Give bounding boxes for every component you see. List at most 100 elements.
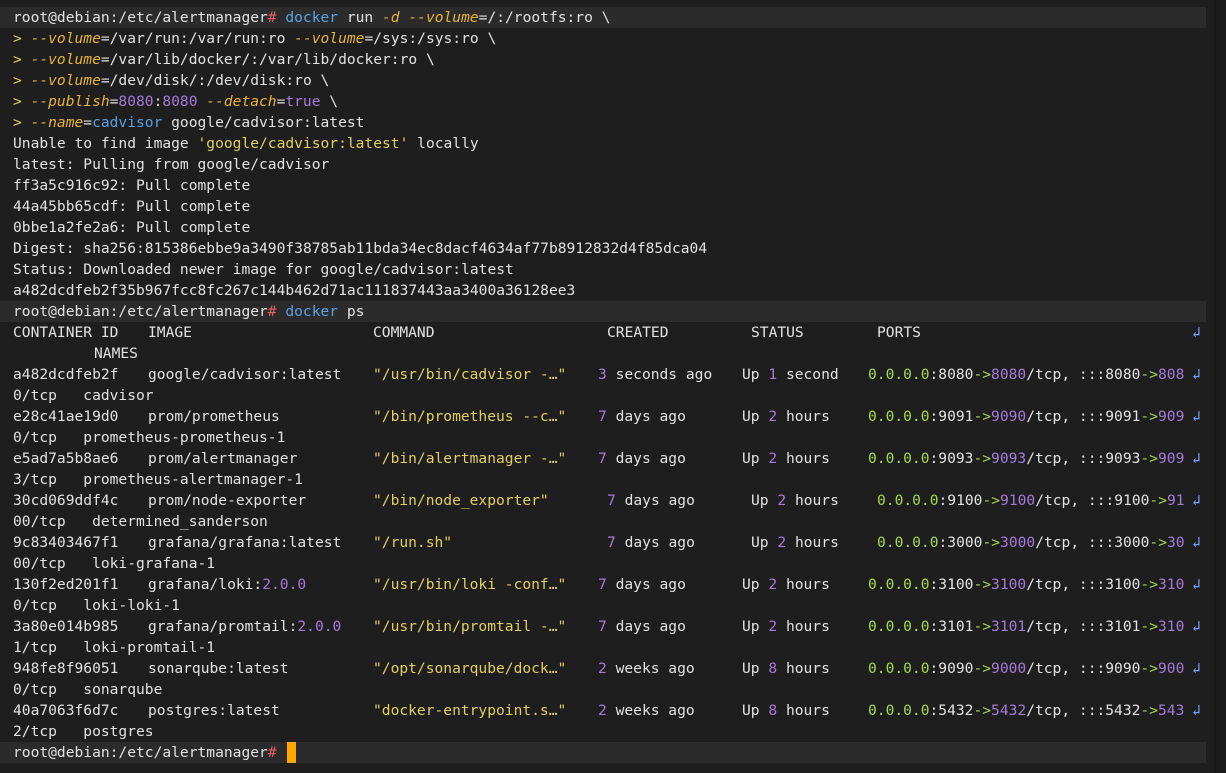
table-cell: grafana/loki:2.0.0: [148, 576, 307, 593]
text-segment: locally: [408, 135, 479, 152]
table-cell: e28c41ae19d0: [13, 408, 119, 425]
table-cell: Up 1 second: [742, 366, 839, 383]
table-cell: 2 weeks ago: [598, 660, 695, 677]
output-line: Status: Downloaded newer image for googl…: [0, 259, 1206, 280]
output-line: ff3a5c916c92: Pull complete: [0, 175, 1206, 196]
text-segment: =/var/lib/docker/:/var/lib/docker:ro \: [100, 51, 435, 68]
line-wrap-icon: ↲: [1192, 366, 1201, 383]
text-segment: a482dcdfeb2f35b967fcc8fc267c144b462d71ac…: [13, 282, 576, 299]
table-cell: postgres:latest: [148, 702, 280, 719]
output-line: 0/tcp cadvisor: [0, 385, 1206, 406]
text-segment: =/sys:/sys:ro \: [364, 30, 497, 47]
text-segment: =/:/rootfs:ro \: [478, 9, 611, 26]
table-cell: 0.0.0.0:3100->3100/tcp, :::3100->310: [868, 576, 1185, 593]
table-cell: 948fe8f96051: [13, 660, 119, 677]
table-cell: sonarqube:latest: [148, 660, 289, 677]
line-wrap-icon: ↲: [1192, 324, 1201, 341]
table-cell: 0/tcp loki-loki-1: [13, 597, 180, 614]
text-segment: 'google/cadvisor:latest': [197, 135, 409, 152]
text-segment: [400, 7, 409, 28]
table-cell: "/opt/sonarqube/dock…": [373, 660, 567, 677]
text-segment: --volume: [30, 30, 101, 47]
text-segment: :: [153, 93, 163, 110]
text-segment: --volume: [30, 72, 101, 89]
output-line: 948fe8f96051 sonarqube:latest "/opt/sonarq…: [0, 658, 1206, 679]
line-wrap-icon: ↲: [1192, 450, 1201, 467]
output-line: 0/tcp sonarqube: [0, 679, 1206, 700]
text-segment: >: [13, 93, 31, 110]
table-cell: 7 days ago: [598, 618, 686, 635]
table-cell: prom/alertmanager: [148, 450, 298, 467]
table-cell: 7 days ago: [607, 492, 695, 509]
text-segment: 8080: [162, 93, 198, 110]
terminal-window[interactable]: root@debian:/etc/alertmanager # docker ru…: [0, 0, 1226, 773]
text-segment: =/dev/disk/:/dev/disk:ro \: [100, 72, 330, 89]
table-cell: "/bin/node_exporter": [373, 492, 549, 509]
text-segment: root@debian:/etc/alertmanager: [13, 9, 268, 26]
output-line: 3a80e014b985 grafana/promtail:2.0.0 "/usr/…: [0, 616, 1206, 637]
line-wrap-icon: ↲: [1192, 660, 1201, 677]
text-segment: docker: [285, 9, 339, 26]
output-line: 0/tcp loki-loki-1: [0, 595, 1206, 616]
text-segment: 0bbe1a2fe2a6: Pull complete: [13, 219, 251, 236]
table-cell: 0.0.0.0:8080->8080/tcp, :::8080->808: [868, 366, 1185, 383]
text-cursor: [287, 742, 297, 763]
table-cell: 1/tcp loki-promtail-1: [13, 639, 216, 656]
output-line: 40a7063f6d7c postgres:latest "docker-entry…: [0, 700, 1206, 721]
text-segment: --publish: [30, 93, 110, 110]
table-cell: "/usr/bin/promtail -…": [373, 618, 567, 635]
table-cell: 0.0.0.0:9090->9000/tcp, :::9090->900: [868, 660, 1185, 677]
text-segment: --volume: [408, 9, 479, 26]
prompt-line: root@debian:/etc/alertmanager # docker ru…: [0, 7, 1206, 28]
text-segment: #: [267, 9, 286, 26]
scrollbar[interactable]: [1214, 0, 1226, 773]
line-wrap-icon: ↲: [1192, 492, 1201, 509]
text-segment: Digest: sha256:815386ebbe9a3490f38785ab1…: [13, 240, 708, 257]
table-cell: 0/tcp prometheus-prometheus-1: [13, 429, 286, 446]
table-cell: 30cd069ddf4c: [13, 492, 119, 509]
line-wrap-icon: ↲: [1192, 576, 1201, 593]
text-segment: 44a45bb65cdf: Pull complete: [13, 198, 251, 215]
output-line: > --volume =/var/lib/docker/:/var/lib/doc…: [0, 49, 1206, 70]
line-wrap-icon: ↲: [1192, 702, 1201, 719]
output-line: CONTAINER ID IMAGE COMMAND CREATED STATUS POR…: [0, 322, 1206, 343]
output-line: 00/tcp determined_sanderson: [0, 511, 1206, 532]
output-line: 2/tcp postgres: [0, 721, 1206, 742]
text-segment: >: [13, 72, 31, 89]
table-cell: Up 2 hours: [751, 534, 839, 551]
table-cell: IMAGE: [148, 324, 192, 341]
table-cell: PORTS: [877, 324, 921, 341]
prompt-line: root@debian:/etc/alertmanager #: [0, 742, 1206, 763]
text-segment: \: [320, 93, 339, 110]
text-segment: -d: [382, 9, 400, 26]
output-line: > --name = cadvisor google/cadvisor:latest: [0, 112, 1206, 133]
table-cell: CREATED: [607, 324, 669, 341]
output-line: > --volume =/var/run:/var/run:ro --volume…: [0, 28, 1206, 49]
output-line: Unable to find image 'google/cadvisor:la…: [0, 133, 1206, 154]
table-cell: Up 2 hours: [742, 450, 830, 467]
text-segment: =/var/run:/var/run:ro: [100, 30, 295, 47]
output-line: Digest: sha256:815386ebbe9a3490f38785ab1…: [0, 238, 1206, 259]
table-cell: grafana/grafana:latest: [148, 534, 342, 551]
table-cell: google/cadvisor:latest: [148, 366, 342, 383]
output-line: e5ad7a5b8ae6 prom/alertmanager "/bin/alert…: [0, 448, 1206, 469]
text-segment: #: [267, 303, 286, 320]
text-segment: =: [276, 93, 286, 110]
table-cell: 7 days ago: [607, 534, 695, 551]
table-cell: a482dcdfeb2f: [13, 366, 119, 383]
output-line: 44a45bb65cdf: Pull complete: [0, 196, 1206, 217]
prompt-line: root@debian:/etc/alertmanager # docker ps: [0, 301, 1206, 322]
output-line: > --volume =/dev/disk/:/dev/disk:ro \: [0, 70, 1206, 91]
output-line: 00/tcp loki-grafana-1: [0, 553, 1206, 574]
table-cell: 0.0.0.0:3101->3101/tcp, :::3101->310: [868, 618, 1185, 635]
table-cell: 0/tcp cadvisor: [13, 387, 154, 404]
table-cell: "docker-entrypoint.s…": [373, 702, 567, 719]
text-segment: --detach: [206, 93, 277, 110]
table-cell: "/run.sh": [373, 534, 453, 551]
table-cell: 7 days ago: [598, 576, 686, 593]
table-cell: grafana/promtail:2.0.0: [148, 618, 342, 635]
table-cell: 0.0.0.0:9100->9100/tcp, :::9100->91: [877, 492, 1185, 509]
text-segment: --name: [30, 114, 84, 131]
output-line: 1/tcp loki-promtail-1: [0, 637, 1206, 658]
table-cell: prom/prometheus: [148, 408, 280, 425]
